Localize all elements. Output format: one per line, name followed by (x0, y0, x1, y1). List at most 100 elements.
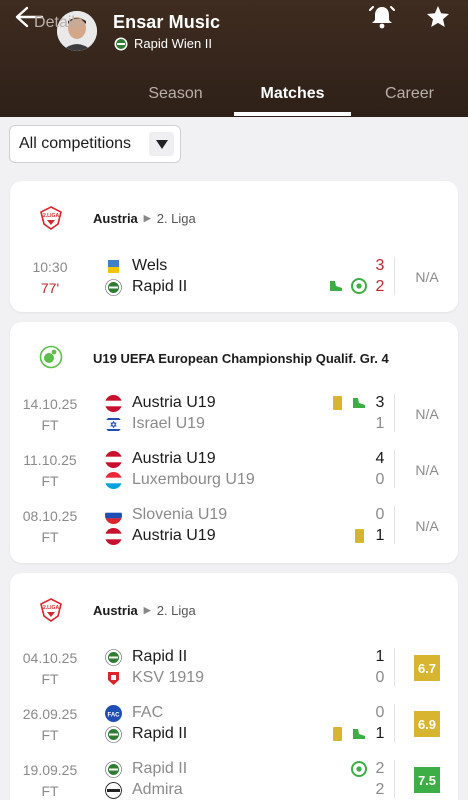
home-team: Slovenia U19 (105, 505, 227, 525)
home-team: Wels (105, 256, 167, 276)
yellow-card-icon (333, 727, 342, 741)
competition-card: 2.LIGA Austria ▶ 2. Liga 04.10.25 FT Rap… (10, 573, 458, 800)
austria-flag-icon (105, 527, 122, 545)
match-row[interactable]: 26.09.25 FT FAC FAC Rapid II 0 1 6.9 (10, 700, 458, 756)
admira-crest-icon (105, 781, 122, 799)
home-score: 0 (375, 704, 385, 721)
away-score: 1 (375, 725, 385, 742)
match-status: 77' (40, 280, 60, 296)
match-status: FT (41, 671, 59, 687)
match-status: FT (41, 529, 59, 545)
rapid-crest-icon (105, 278, 122, 296)
match-row[interactable]: 04.10.25 FT Rapid II KSV 1919 1 0 6.7 (10, 644, 458, 700)
away-team: Rapid II (105, 277, 187, 297)
assist-boot-icon (353, 398, 365, 408)
player-rating: 6.7 (414, 655, 440, 681)
fac-crest-icon: FAC (105, 704, 122, 722)
divider (394, 506, 395, 544)
competition-filter[interactable]: All competitions (9, 125, 181, 163)
match-date: 14.10.25 (22, 396, 78, 412)
star-icon[interactable] (425, 4, 451, 30)
rapid-crest-icon (105, 648, 122, 666)
home-score: 2 (375, 760, 385, 777)
tab-details[interactable]: Details (0, 0, 117, 46)
svg-text:2.LIGA: 2.LIGA (43, 213, 60, 219)
home-team: Austria U19 (105, 393, 216, 413)
goal-ball-icon (351, 761, 367, 777)
match-date: 08.10.25 (22, 508, 78, 524)
away-team: Luxembourg U19 (105, 470, 255, 490)
home-score: 3 (375, 257, 385, 274)
player-rating: 7.5 (414, 767, 440, 793)
competition-filter-value: All competitions (19, 135, 132, 152)
tab-season[interactable]: Season (117, 71, 234, 117)
bell-icon[interactable] (368, 4, 396, 30)
2-liga-logo-icon: 2.LIGA (40, 206, 62, 230)
match-row[interactable]: 14.10.25 FT Austria U19 Israel U19 3 1 N… (10, 390, 458, 446)
match-row[interactable]: 19.09.25 FT Rapid II Admira 2 2 7.5 (10, 756, 458, 800)
divider (394, 394, 395, 432)
match-row[interactable]: 11.10.25 FT Austria U19 Luxembourg U19 4… (10, 446, 458, 502)
assist-boot-icon (330, 281, 342, 291)
tab-career[interactable]: Career (351, 71, 468, 117)
uefa-u19-logo-icon (39, 345, 63, 369)
club-label[interactable]: Rapid Wien II (114, 36, 212, 51)
divider (394, 450, 395, 488)
match-date: 19.09.25 (22, 762, 78, 778)
player-rating: N/A (415, 518, 439, 534)
divider (394, 760, 395, 798)
competition-country: Austria (93, 603, 138, 618)
chevron-right-icon: ▶ (143, 605, 151, 615)
2-liga-logo-icon: 2.LIGA (40, 598, 62, 622)
luxembourg-flag-icon (105, 471, 122, 489)
dropdown-arrow-icon (149, 132, 174, 156)
home-team: Austria U19 (105, 449, 216, 469)
ksv-crest-icon (105, 669, 122, 687)
wels-crest-icon (105, 257, 122, 275)
home-team: FAC FAC (105, 703, 163, 723)
competition-league: 2. Liga (156, 211, 196, 226)
away-team: KSV 1919 (105, 668, 204, 688)
home-score: 3 (375, 394, 385, 411)
tab-matches[interactable]: Matches (234, 71, 351, 117)
divider (394, 648, 395, 686)
player-rating: N/A (415, 406, 439, 422)
svg-text:FAC: FAC (108, 712, 121, 718)
competition-name[interactable]: Austria ▶ 2. Liga (93, 211, 196, 226)
away-score: 0 (375, 471, 385, 488)
competition-league: U19 UEFA European Championship Qualif. G… (93, 351, 389, 366)
austria-flag-icon (105, 394, 122, 412)
home-score: 0 (375, 506, 385, 523)
club-name: Rapid Wien II (134, 36, 213, 51)
home-score: 4 (375, 450, 385, 467)
match-row[interactable]: 08.10.25 FT Slovenia U19 Austria U19 0 1… (10, 502, 458, 558)
israel-flag-icon (105, 415, 122, 433)
match-date: 10:30 (32, 259, 68, 275)
yellow-card-icon (333, 396, 342, 410)
player-rating: N/A (415, 269, 439, 285)
yellow-card-icon (355, 529, 364, 543)
match-status: FT (41, 473, 59, 489)
player-rating: 6.9 (414, 711, 440, 737)
away-score: 2 (375, 278, 385, 295)
away-team: Austria U19 (105, 526, 216, 546)
chevron-right-icon: ▶ (143, 213, 151, 223)
away-team: Admira (105, 780, 183, 800)
match-date: 04.10.25 (22, 650, 78, 666)
match-date: 26.09.25 (22, 706, 78, 722)
match-status: FT (41, 783, 59, 799)
competition-name[interactable]: U19 UEFA European Championship Qualif. G… (93, 351, 389, 366)
match-row[interactable]: 10:30 77' Wels Rapid II 3 2 N/A (10, 253, 458, 309)
active-tab-indicator (234, 112, 351, 116)
away-score: 1 (375, 415, 385, 432)
match-date: 11.10.25 (23, 452, 77, 468)
slovenia-flag-icon (105, 506, 122, 524)
goal-ball-icon (351, 278, 367, 294)
player-name: Ensar Music (113, 12, 221, 32)
rapid-crest-icon (105, 760, 122, 778)
competition-name[interactable]: Austria ▶ 2. Liga (93, 603, 196, 618)
austria-flag-icon (105, 450, 122, 468)
away-score: 0 (375, 669, 385, 686)
divider (394, 257, 395, 295)
away-score: 1 (375, 527, 385, 544)
